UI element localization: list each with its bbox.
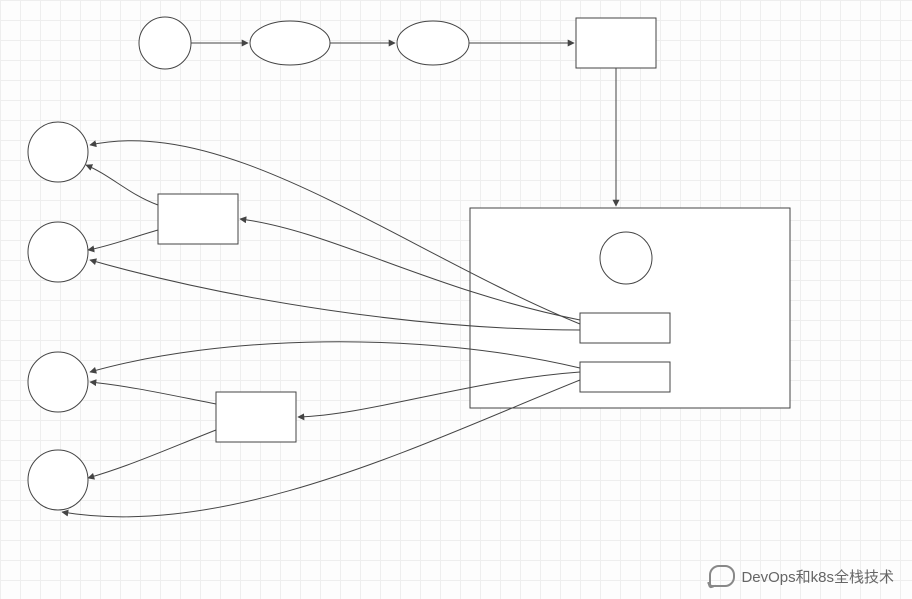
lucky1-box [580,313,670,343]
wechat-icon [709,565,735,587]
ingress-circle [600,232,652,284]
pod1-node [28,122,88,182]
service-top-ellipse [397,21,469,65]
watermark-text: DevOps和k8s全栈技术 [741,566,894,587]
pod6-node [28,450,88,510]
node-ellipse [250,21,330,65]
lb-node [139,17,191,69]
ingress-controller-box [576,18,656,68]
service-url1-box [158,194,238,244]
diagram-svg [0,0,912,599]
lucky2-box [580,362,670,392]
pod2-node [28,222,88,282]
pod5-node [28,352,88,412]
watermark: DevOps和k8s全栈技术 [709,565,894,587]
service-url2-box [216,392,296,442]
